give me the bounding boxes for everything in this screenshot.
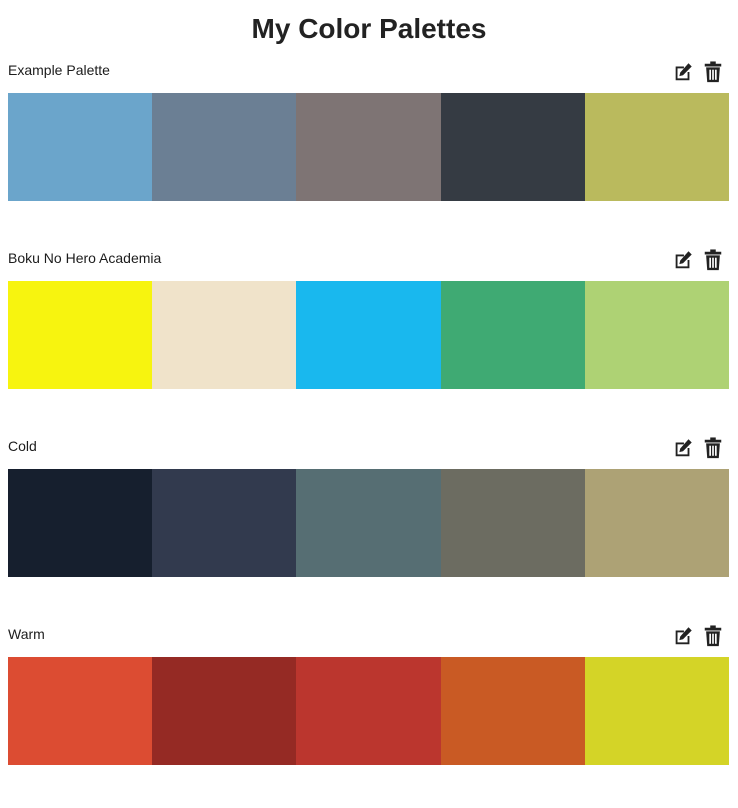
palette-name: Example Palette <box>8 62 110 78</box>
color-swatch[interactable] <box>440 93 585 201</box>
page-title: My Color Palettes <box>251 13 487 44</box>
color-swatch[interactable] <box>296 657 441 765</box>
color-swatch[interactable] <box>584 657 730 765</box>
color-swatch[interactable] <box>8 469 153 577</box>
trash-icon[interactable] <box>701 624 725 648</box>
color-swatch[interactable] <box>152 281 297 389</box>
color-swatch[interactable] <box>440 281 585 389</box>
edit-icon[interactable] <box>671 624 695 648</box>
palette-card: Boku No Hero Academia <box>8 244 730 432</box>
color-swatch[interactable] <box>296 469 441 577</box>
palette-name: Cold <box>8 438 37 454</box>
edit-icon[interactable] <box>671 436 695 460</box>
trash-icon[interactable] <box>701 436 725 460</box>
color-swatch[interactable] <box>584 93 730 201</box>
palette-header: Example Palette <box>8 56 729 93</box>
color-swatch[interactable] <box>8 281 153 389</box>
palette-card: Cold <box>8 432 730 620</box>
color-swatch[interactable] <box>584 281 730 389</box>
palette-actions <box>671 60 725 84</box>
trash-icon[interactable] <box>701 60 725 84</box>
color-swatch[interactable] <box>152 469 297 577</box>
edit-icon[interactable] <box>671 248 695 272</box>
palette-name: Warm <box>8 626 45 642</box>
palette-actions <box>671 436 725 460</box>
palette-swatches <box>8 93 730 201</box>
color-swatch[interactable] <box>152 93 297 201</box>
palette-card: Example Palette <box>8 56 730 244</box>
palette-actions <box>671 248 725 272</box>
color-swatch[interactable] <box>8 657 153 765</box>
color-swatch[interactable] <box>296 281 441 389</box>
color-swatch[interactable] <box>8 93 153 201</box>
palette-header: Warm <box>8 620 729 657</box>
color-swatch[interactable] <box>440 657 585 765</box>
palette-actions <box>671 624 725 648</box>
palette-swatches <box>8 281 730 389</box>
palette-list: Example Palette Boku No Hero Academia Co… <box>8 56 730 808</box>
color-swatch[interactable] <box>584 469 730 577</box>
palette-swatches <box>8 469 730 577</box>
palette-swatches <box>8 657 730 765</box>
palette-header: Cold <box>8 432 729 469</box>
trash-icon[interactable] <box>701 248 725 272</box>
edit-icon[interactable] <box>671 60 695 84</box>
color-swatch[interactable] <box>152 657 297 765</box>
color-swatch[interactable] <box>440 469 585 577</box>
palette-header: Boku No Hero Academia <box>8 244 729 281</box>
color-swatch[interactable] <box>296 93 441 201</box>
palette-card: Warm <box>8 620 730 808</box>
palette-name: Boku No Hero Academia <box>8 250 162 266</box>
